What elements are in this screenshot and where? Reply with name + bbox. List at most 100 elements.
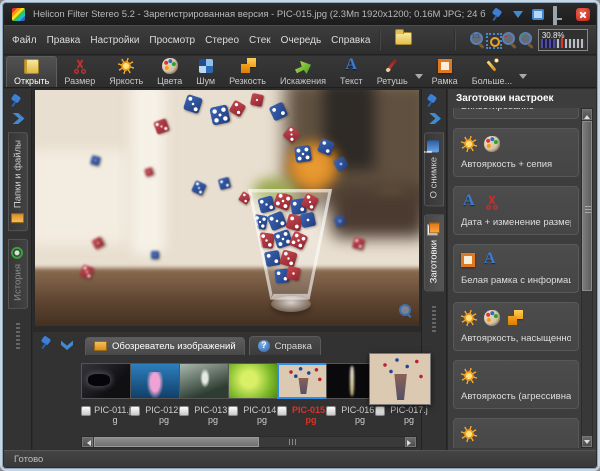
open-folder-button[interactable] bbox=[393, 30, 406, 50]
tab-more[interactable]: Больше... bbox=[465, 56, 519, 87]
chevron-down-icon[interactable] bbox=[415, 74, 423, 83]
squares-icon bbox=[240, 58, 256, 74]
zoom-meter[interactable]: 30.8% bbox=[538, 29, 588, 51]
image-canvas[interactable] bbox=[33, 89, 421, 332]
preset-item[interactable]: Автояркость (нормальная) bbox=[453, 418, 579, 448]
tab-distortion[interactable]: Искажения bbox=[273, 56, 333, 87]
menu-queue[interactable]: Очередь bbox=[281, 35, 322, 46]
scrollbar-thumb[interactable] bbox=[94, 437, 259, 447]
thumbnail-image[interactable] bbox=[277, 363, 329, 399]
tab-colors[interactable]: Цвета bbox=[150, 56, 189, 87]
thumbnail-image[interactable] bbox=[369, 353, 431, 405]
thumbnail-checkbox[interactable] bbox=[326, 406, 336, 416]
app-icon bbox=[12, 8, 25, 21]
thumbnail[interactable]: PIC-012.jpg bbox=[130, 359, 174, 437]
presets-scrollbar[interactable] bbox=[581, 108, 593, 448]
menu-edit[interactable]: Правка bbox=[47, 35, 81, 46]
tab-brightness[interactable]: Яркость bbox=[102, 56, 150, 87]
thumbnail-image[interactable] bbox=[130, 363, 182, 399]
thumbnail-checkbox[interactable] bbox=[375, 406, 385, 416]
thumbnail[interactable]: PIC-011.jpg bbox=[81, 359, 125, 437]
tab-noise[interactable]: Шум bbox=[189, 56, 222, 87]
dock-tab-presets[interactable]: Заготовки bbox=[424, 214, 444, 291]
pin-icon[interactable] bbox=[492, 9, 504, 21]
zoom-fit-button[interactable] bbox=[484, 31, 494, 49]
scrollbar-thumb[interactable] bbox=[582, 121, 592, 291]
next-image-button[interactable] bbox=[430, 30, 443, 50]
tab-image-browser[interactable]: Обозреватель изображений bbox=[85, 337, 245, 355]
scroll-right-icon[interactable] bbox=[405, 437, 416, 447]
scroll-left-icon[interactable] bbox=[82, 437, 93, 447]
menu-file[interactable]: Файл bbox=[12, 35, 37, 46]
preset-item[interactable]: Виньетирование bbox=[453, 108, 579, 119]
pin-icon[interactable] bbox=[11, 95, 25, 107]
thumbnail-image[interactable] bbox=[179, 363, 231, 399]
chevron-right-icon[interactable] bbox=[427, 113, 441, 124]
thumbnail[interactable]: PIC-014.jpg bbox=[228, 359, 272, 437]
menu-view[interactable]: Просмотр bbox=[149, 35, 195, 46]
toolbar-separator bbox=[454, 30, 455, 50]
frame-icon bbox=[438, 59, 452, 73]
thumbnail-checkbox[interactable] bbox=[179, 406, 189, 416]
preset-item[interactable]: Автояркость + сепия bbox=[453, 128, 579, 177]
thumbnail[interactable]: PIC-016.jpg bbox=[326, 359, 370, 437]
dock-tab-about-image[interactable]: О снимке bbox=[424, 132, 444, 206]
splitter-grip[interactable] bbox=[432, 306, 436, 332]
zoom-meter-marker bbox=[561, 38, 563, 48]
thumbnail-checkbox[interactable] bbox=[228, 406, 238, 416]
magnifier-icon[interactable] bbox=[397, 302, 413, 318]
menu-stereo[interactable]: Стерео bbox=[205, 35, 239, 46]
palette-icon bbox=[162, 58, 178, 74]
tab-size[interactable]: Размер bbox=[57, 56, 102, 87]
toolbar: Файл Правка Настройки Просмотр Стерео Ст… bbox=[4, 25, 596, 55]
thumbnail[interactable]: PIC-013.jpg bbox=[179, 359, 223, 437]
close-icon[interactable] bbox=[576, 8, 590, 21]
dock-tab-folders-files[interactable]: Папки и файлы bbox=[8, 132, 28, 231]
thumbnail-image[interactable] bbox=[81, 363, 133, 399]
tab-open[interactable]: Открыть bbox=[6, 56, 57, 87]
menu-stack[interactable]: Стек bbox=[249, 35, 271, 46]
zoom-out-button[interactable]: – bbox=[500, 31, 510, 49]
thumbnail-checkbox[interactable] bbox=[130, 406, 140, 416]
dock-tab-history[interactable]: История bbox=[8, 239, 28, 309]
wand-icon bbox=[484, 58, 500, 74]
prev-image-button[interactable] bbox=[411, 30, 424, 50]
falling-dice-layer bbox=[35, 90, 419, 326]
info-icon bbox=[427, 140, 439, 152]
tab-help[interactable]: Справка bbox=[249, 336, 321, 355]
chevron-right-icon[interactable] bbox=[11, 113, 25, 124]
chevron-down-icon[interactable] bbox=[519, 74, 527, 83]
zoom-actual-button[interactable]: 1:1 bbox=[468, 31, 478, 49]
letter-a-icon bbox=[343, 58, 359, 74]
sun-icon bbox=[461, 368, 477, 384]
splitter-grip[interactable] bbox=[289, 439, 297, 445]
menu-settings[interactable]: Настройки bbox=[90, 35, 139, 46]
splitter-grip[interactable] bbox=[16, 323, 20, 349]
browser-scrollbar[interactable] bbox=[81, 436, 417, 448]
die bbox=[79, 264, 94, 279]
preset-item[interactable]: Автояркость, насыщенность, рез bbox=[453, 302, 579, 351]
tab-frame[interactable]: Рамка bbox=[425, 56, 465, 87]
tab-text[interactable]: Текст bbox=[333, 56, 370, 87]
die bbox=[300, 212, 317, 229]
thumbnail-selected[interactable]: PIC-015.jpg bbox=[277, 359, 321, 437]
preset-item[interactable]: Дата + изменение размера до 10 bbox=[453, 186, 579, 235]
preset-item[interactable]: Автояркость (агрессивная) bbox=[453, 360, 579, 409]
monitor-icon[interactable] bbox=[553, 6, 557, 27]
scroll-down-icon[interactable] bbox=[582, 436, 592, 447]
thumbnail-checkbox[interactable] bbox=[81, 406, 91, 416]
preset-item[interactable]: Белая рамка с информацией о сн bbox=[453, 244, 579, 293]
collapse-arrow-icon[interactable] bbox=[513, 11, 523, 23]
zoom-in-button[interactable]: + bbox=[517, 31, 527, 49]
tab-sharpness[interactable]: Резкость bbox=[222, 56, 273, 87]
thumbnail-image[interactable] bbox=[228, 363, 280, 399]
folder-small-icon bbox=[11, 213, 24, 223]
pin-icon[interactable] bbox=[427, 95, 441, 107]
glass bbox=[241, 189, 339, 303]
thumbnail-checkbox[interactable] bbox=[277, 406, 287, 416]
scroll-up-icon[interactable] bbox=[582, 109, 592, 120]
tab-retouch[interactable]: Ретушь bbox=[370, 56, 415, 87]
thumbnail-hovered[interactable]: PIC-017.jpg bbox=[375, 359, 419, 437]
maximize-icon[interactable] bbox=[532, 9, 544, 20]
menu-help[interactable]: Справка bbox=[331, 35, 370, 46]
